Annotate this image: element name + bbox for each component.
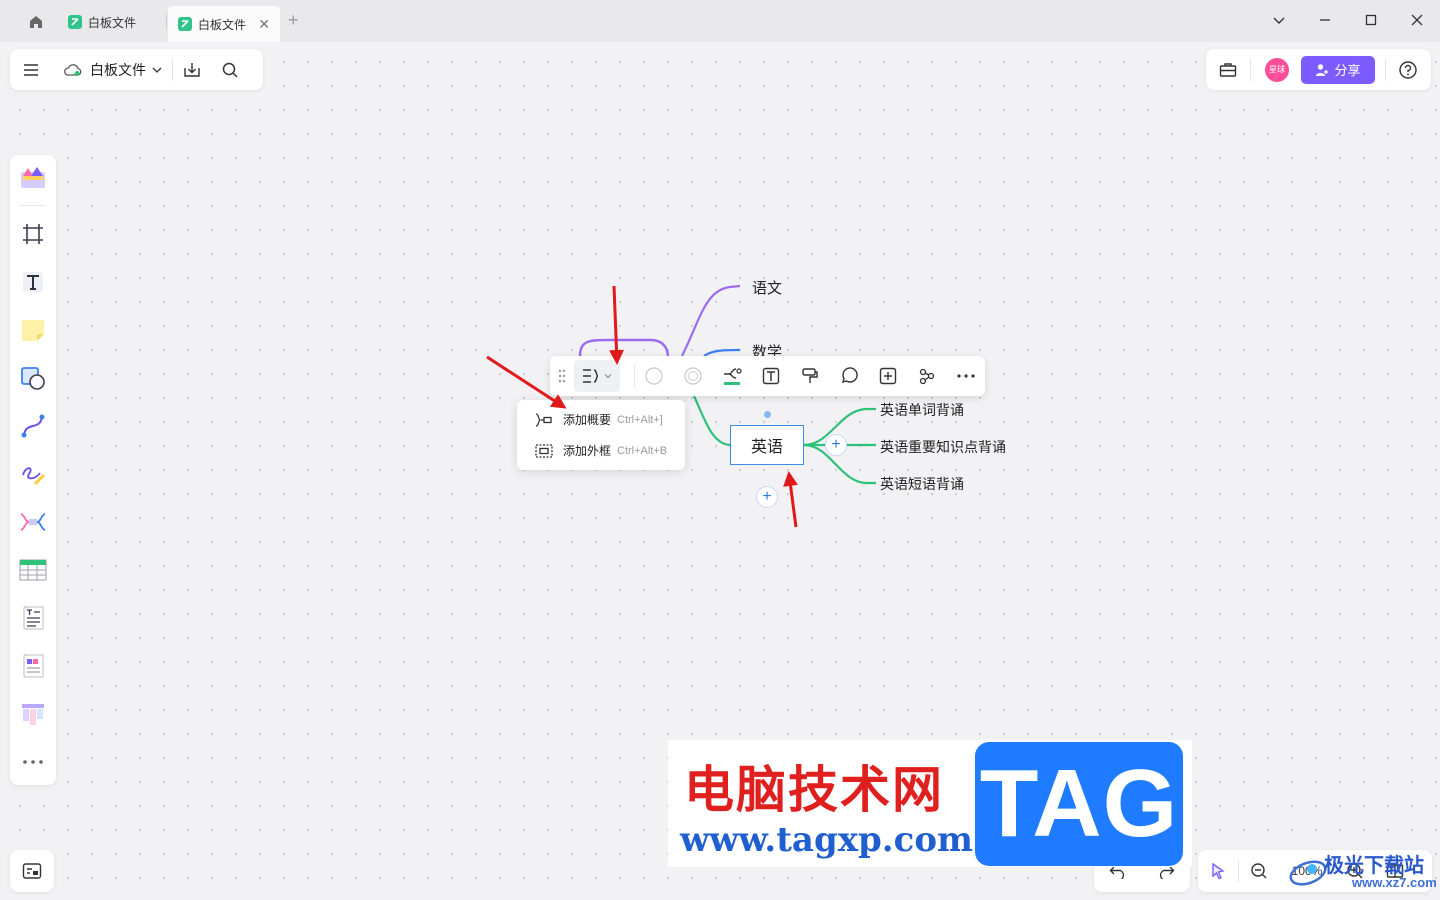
format-painter-icon — [802, 368, 818, 383]
watermark-title: 电脑技术网 — [684, 760, 944, 819]
add-sibling-button[interactable]: + — [756, 486, 778, 508]
menu-item-shortcut: Ctrl+Alt+B — [617, 444, 668, 457]
frame-border-icon — [535, 443, 553, 458]
summary-frame-menu: 添加概要 Ctrl+Alt+] 添加外框 Ctrl+Alt+B — [517, 400, 685, 470]
insert-button[interactable] — [868, 356, 907, 396]
summary-icon — [582, 369, 599, 383]
aurora-logo-icon — [1289, 860, 1327, 886]
toolbar-drag-handle[interactable] — [550, 356, 574, 396]
chevron-down-icon — [604, 374, 612, 379]
drag-handle[interactable] — [764, 411, 771, 418]
watermark-site: 极光下载站 www.xz7.com — [1288, 847, 1440, 897]
border-color-button[interactable] — [674, 356, 713, 396]
branch-style-button[interactable] — [713, 356, 752, 396]
mindmap-node-child[interactable]: 英语重要知识点背诵 — [880, 437, 1006, 457]
border-color-icon — [684, 367, 702, 385]
text-style-button[interactable] — [752, 356, 791, 396]
comment-icon — [841, 367, 858, 384]
watermark-tag-text: TAG — [979, 750, 1179, 857]
menu-item-add-summary[interactable]: 添加概要 Ctrl+Alt+] — [517, 404, 685, 435]
drag-icon — [558, 369, 566, 383]
add-child-button[interactable]: + — [825, 434, 847, 456]
watermark-site-url: www.xz7.com — [1352, 875, 1437, 890]
summary-icon — [535, 412, 552, 427]
summary-frame-dropdown[interactable] — [573, 360, 620, 392]
node-format-toolbar — [550, 356, 985, 396]
more-options-button[interactable] — [946, 356, 985, 396]
menu-item-shortcut: Ctrl+Alt+] — [617, 413, 663, 426]
menu-item-label: 添加外框 — [563, 444, 612, 458]
watermark-site-name: 极光下载站 — [1324, 855, 1424, 877]
menu-item-add-frame[interactable]: 添加外框 Ctrl+Alt+B — [517, 435, 685, 466]
watermark-tag-logo: TAG — [975, 742, 1183, 866]
mindmap-node-child[interactable]: 英语单词背诵 — [880, 400, 964, 420]
menu-item-label: 添加概要 — [563, 413, 612, 427]
comment-button[interactable] — [829, 356, 868, 396]
watermark-banner: 电脑技术网 www.tagxp.com TAG — [668, 740, 1192, 867]
more-icon — [956, 374, 975, 378]
watermark-url: www.tagxp.com — [680, 820, 973, 860]
fill-color-icon — [645, 367, 663, 385]
mindmap-node-child[interactable]: 英语短语背诵 — [880, 474, 964, 494]
text-style-icon — [762, 367, 780, 385]
branch-style-icon — [724, 368, 742, 385]
link-button[interactable] — [907, 356, 946, 396]
fill-color-button[interactable] — [635, 356, 674, 396]
format-painter-button[interactable] — [790, 356, 829, 396]
link-icon — [919, 368, 934, 385]
insert-icon — [879, 367, 896, 385]
mindmap-node-chinese[interactable]: 语文 — [752, 277, 782, 298]
node-label: 英语 — [750, 439, 783, 456]
mindmap-node-english-selected[interactable]: 英语 — [730, 425, 804, 465]
